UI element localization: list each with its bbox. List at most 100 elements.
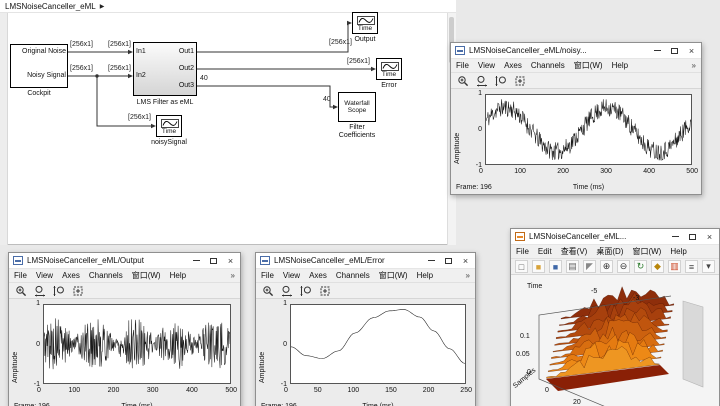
menu-help[interactable]: Help [670, 247, 686, 256]
menu-axes[interactable]: Axes [504, 61, 522, 70]
tick-label: 0 [284, 387, 288, 394]
plot-area[interactable] [290, 304, 466, 384]
zoom-in-icon[interactable] [260, 284, 275, 297]
zoom-y-icon[interactable] [298, 284, 313, 297]
maximize-icon [445, 257, 452, 264]
minimize-icon [193, 260, 200, 261]
zoom-in-icon[interactable] [13, 284, 28, 297]
amplitude-tick: 0.05 [516, 351, 530, 358]
zoom-y-icon[interactable] [493, 74, 508, 87]
x-axis-ticks: 0 100 200 300 400 500 [479, 168, 698, 175]
zoom-in-icon[interactable] [455, 74, 470, 87]
tick-label: 100 [68, 387, 81, 394]
menu-view[interactable]: View [36, 271, 53, 280]
menu-channels[interactable]: Channels [89, 271, 123, 280]
menu-axes[interactable]: Axes [309, 271, 327, 280]
maximize-button[interactable] [666, 44, 683, 58]
menubar: File View Axes Channels 窗口(W) Help » [9, 269, 240, 283]
menu-overflow-icon[interactable]: » [692, 61, 696, 70]
autoscale-icon[interactable] [70, 284, 85, 297]
lms-out2-label: Out2 [178, 65, 194, 72]
menu-file[interactable]: File [456, 61, 469, 70]
waterfall-scope-block[interactable]: Waterfall Scope [338, 92, 376, 122]
minimize-button[interactable] [423, 254, 440, 268]
menu-overflow-icon[interactable]: » [231, 271, 235, 280]
menu-desktop[interactable]: 桌面(D) [596, 246, 623, 257]
zoom-y-icon[interactable] [51, 284, 66, 297]
autoscale-icon[interactable] [512, 74, 527, 87]
zoom-in-icon[interactable]: ⊕ [600, 260, 613, 273]
menu-view[interactable]: View [283, 271, 300, 280]
zoom-x-icon[interactable] [474, 74, 489, 87]
menu-window[interactable]: 窗口(W) [132, 270, 161, 281]
signal-width-label: 40 [200, 75, 208, 82]
close-button[interactable]: × [683, 44, 700, 58]
close-button[interactable]: × [457, 254, 474, 268]
maximize-button[interactable] [440, 254, 457, 268]
tick-label: 50 [313, 387, 322, 394]
menu-channels[interactable]: Channels [531, 61, 565, 70]
menu-view[interactable]: 查看(V) [561, 246, 588, 257]
menu-window[interactable]: 窗口(W) [574, 60, 603, 71]
menu-axes[interactable]: Axes [62, 271, 80, 280]
zoom-x-icon[interactable] [279, 284, 294, 297]
tick-label: 200 [107, 387, 120, 394]
menu-file[interactable]: File [261, 271, 274, 280]
titlebar[interactable]: LMSNoiseCanceller_eML/noisy... × [451, 43, 701, 59]
minimize-button[interactable] [649, 44, 666, 58]
menu-window[interactable]: 窗口(W) [632, 246, 661, 257]
menu-file[interactable]: File [14, 271, 27, 280]
menu-window[interactable]: 窗口(W) [379, 270, 408, 281]
titlebar[interactable]: LMSNoiseCanceller_eML... × [511, 229, 719, 245]
legend-icon[interactable]: ≡ [685, 260, 698, 273]
menu-view[interactable]: View [478, 61, 495, 70]
open-file-icon[interactable]: ■ [532, 260, 545, 273]
menu-edit[interactable]: Edit [538, 247, 552, 256]
dock-figure-icon[interactable]: ▾ [702, 260, 715, 273]
breadcrumb-model-name[interactable]: LMSNoiseCanceller_eML [5, 2, 96, 11]
titlebar[interactable]: LMSNoiseCanceller_eML/Error × [256, 253, 475, 269]
scope-caption-error: Error [381, 82, 397, 89]
maximize-button[interactable] [205, 254, 222, 268]
edit-plot-icon[interactable]: ◤ [583, 260, 596, 273]
cockpit-port-noisy-signal: Noisy Signal [27, 72, 66, 79]
toolbar [451, 73, 701, 89]
colorbar-icon[interactable]: ▥ [668, 260, 681, 273]
autoscale-icon[interactable] [317, 284, 332, 297]
window-title: LMSNoiseCanceller_eML/Error [274, 256, 385, 265]
titlebar[interactable]: LMSNoiseCanceller_eML/Output × [9, 253, 240, 269]
zoom-out-icon[interactable]: ⊖ [617, 260, 630, 273]
tick-label: 400 [643, 168, 655, 175]
plot-area[interactable] [43, 304, 231, 384]
close-button[interactable]: × [222, 254, 239, 268]
tick-label: 1 [478, 90, 482, 97]
breadcrumb[interactable]: LMSNoiseCanceller_eML ▶ [0, 0, 456, 13]
new-figure-icon[interactable]: □ [515, 260, 528, 273]
rotate-3d-icon[interactable]: ↻ [634, 260, 647, 273]
print-icon[interactable]: ▤ [566, 260, 579, 273]
maximize-icon [671, 47, 678, 54]
menu-help[interactable]: Help [612, 61, 628, 70]
lms-out3-label: Out3 [178, 82, 194, 89]
maximize-button[interactable] [684, 230, 701, 244]
close-button[interactable]: × [701, 230, 718, 244]
tick-label: 300 [600, 168, 612, 175]
save-icon[interactable]: ■ [549, 260, 562, 273]
menu-channels[interactable]: Channels [336, 271, 370, 280]
y-axis-ticks: 1 0 -1 [26, 300, 40, 388]
waterfall-block-text: Waterfall Scope [344, 99, 370, 115]
zoom-x-icon[interactable] [32, 284, 47, 297]
menu-file[interactable]: File [516, 247, 529, 256]
scope-caption-noisysignal: noisySignal [151, 139, 187, 146]
scope-block-noisysignal[interactable]: Time [156, 115, 182, 137]
scope-block-output[interactable]: Time [352, 12, 378, 34]
minimize-button[interactable] [188, 254, 205, 268]
scope-block-error[interactable]: Time [376, 58, 402, 80]
minimize-button[interactable] [667, 230, 684, 244]
waterfall-figure[interactable]: Time -5 -3 0.1 0.05 0 Samples 0 20 [511, 275, 719, 406]
menu-help[interactable]: Help [170, 271, 186, 280]
data-cursor-icon[interactable]: ◆ [651, 260, 664, 273]
menu-overflow-icon[interactable]: » [466, 271, 470, 280]
plot-area[interactable] [485, 94, 692, 165]
menu-help[interactable]: Help [417, 271, 433, 280]
